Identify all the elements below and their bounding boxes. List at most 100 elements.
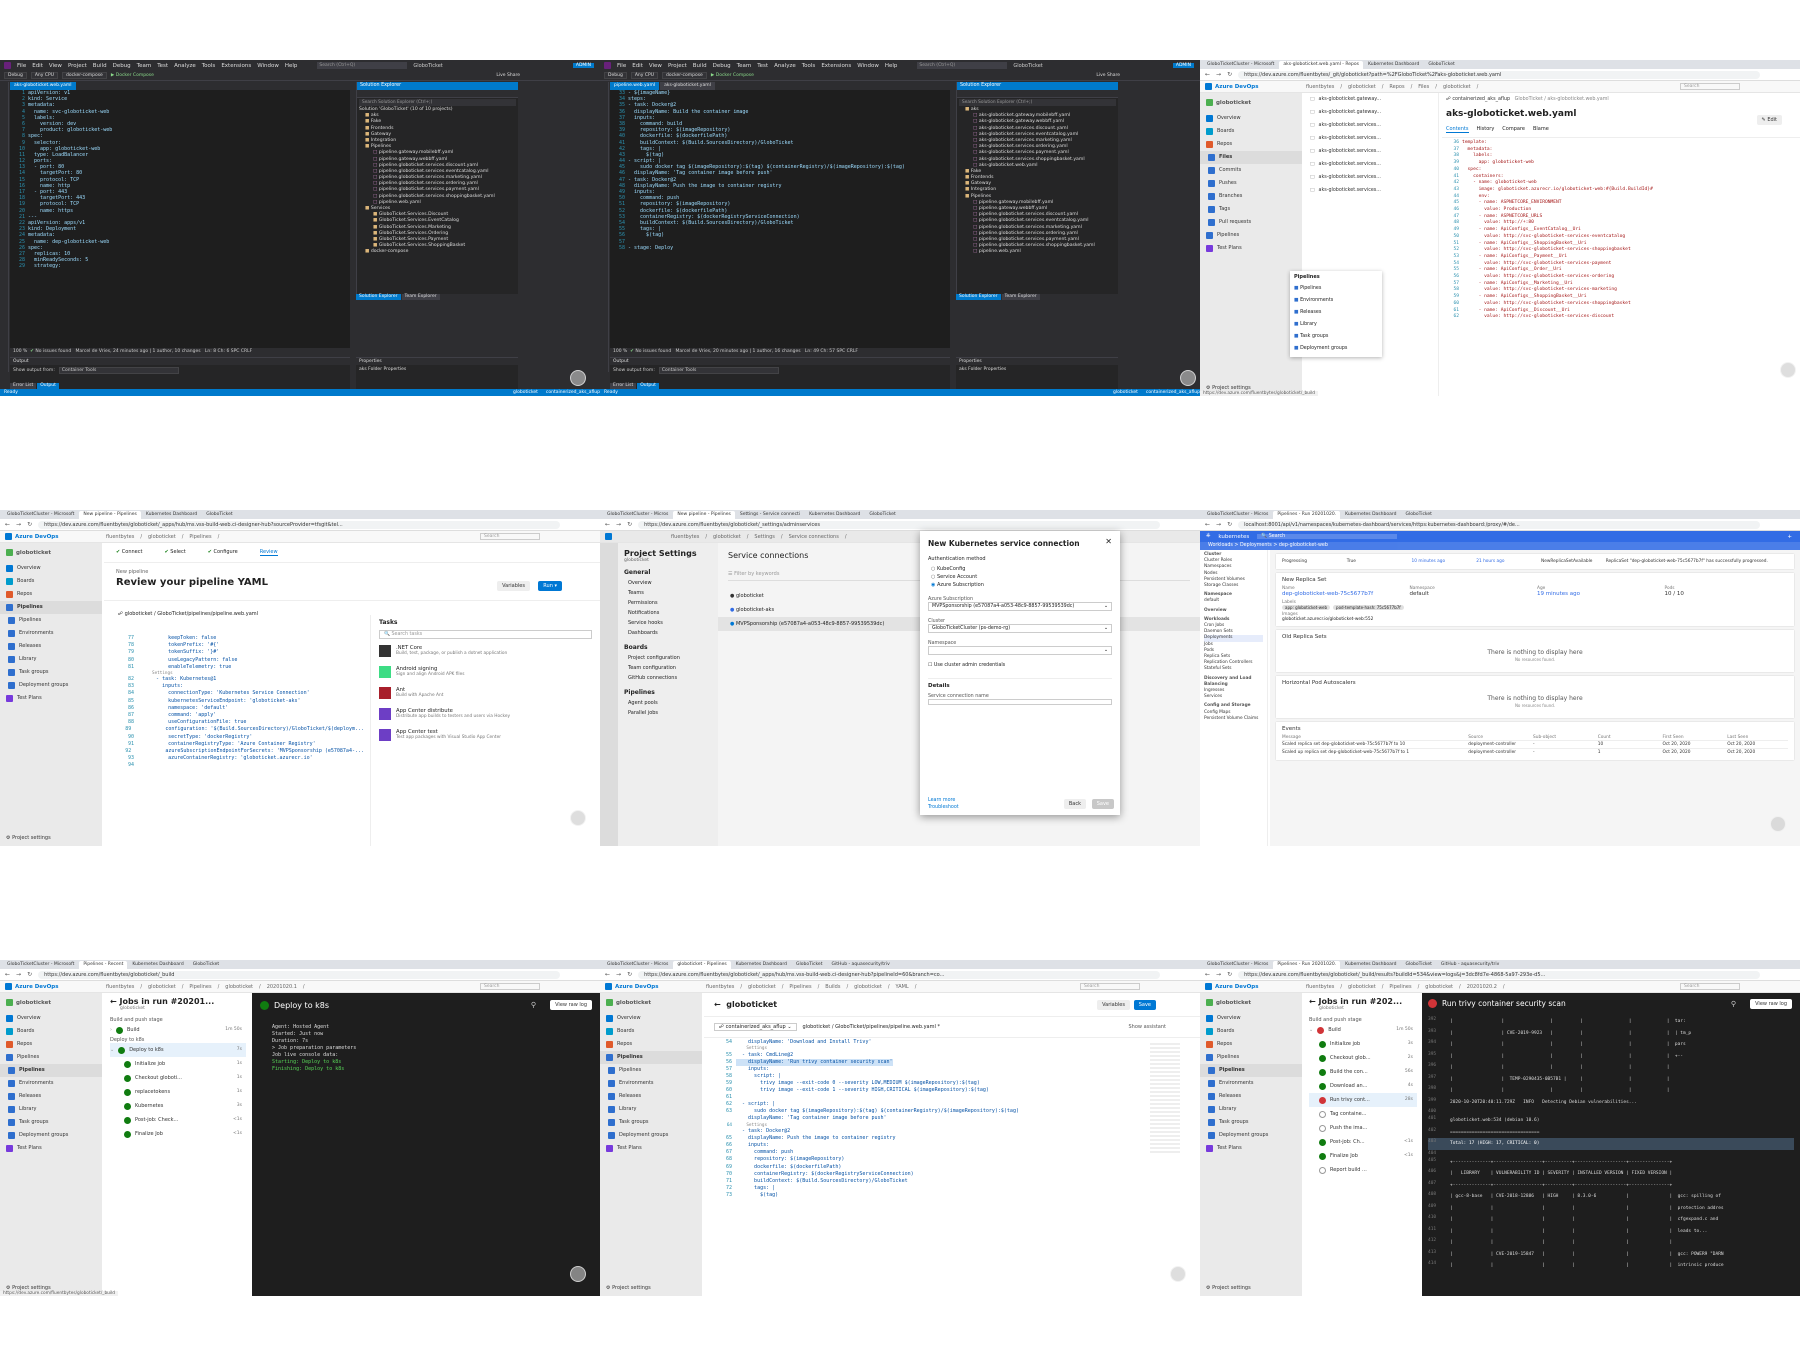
back-icon[interactable]: ← [1205,71,1210,78]
reload-icon[interactable]: ↻ [627,971,632,978]
editor-tab[interactable]: pipeline.web.yaml [610,82,660,90]
breadcrumb-item[interactable]: fluentbytes [1306,984,1334,990]
menu-item[interactable]: Tools [202,63,216,69]
settings-item[interactable]: Notifications [624,608,712,618]
vs-search-input[interactable]: Search (Ctrl+Q) [917,62,1008,69]
browser-tab[interactable]: GloboTicket [188,961,224,969]
project-settings-link[interactable]: ⚙ Project settings [606,1285,651,1291]
wizard-step[interactable]: ✔ Select [164,549,185,556]
flyout-item[interactable]: ■ Releases [1294,307,1378,319]
browser-tab[interactable]: aks-globoticket.web.yaml - Repos [1279,61,1363,69]
save-button[interactable]: Save [1091,799,1114,809]
browser-tab[interactable]: Kubernetes Dashboard [805,511,865,519]
job-row[interactable]: Initialize job 3s [1309,1037,1417,1051]
url-input[interactable]: https://dev.azure.com/fluentbytes/globot… [1238,970,1760,979]
search-input[interactable]: Search [480,533,540,540]
task-item[interactable]: .NET Core Build, test, package, or publis… [379,645,592,657]
menu-item[interactable]: Project [668,63,687,69]
menu-item[interactable]: View [649,63,662,69]
file-item[interactable]: □ aks-globoticket.gateway... [1304,106,1438,119]
search-input[interactable]: Search [1680,983,1740,990]
flyout-item[interactable]: ■ Task groups [1294,331,1378,343]
solution-search-input[interactable]: Search Solution Explorer (Ctrl+;) [959,99,1116,106]
browser-tab[interactable]: GloboTicketCluster - Micros [1203,961,1273,969]
sc-name-input[interactable] [928,699,1112,705]
vs-search-input[interactable]: Search (Ctrl+Q) [317,62,408,69]
job-row[interactable]: ⌄ Deploy to k8s 7s [110,1043,246,1057]
menu-item[interactable]: Help [885,63,898,69]
file-item[interactable]: □ aks-globoticket.services... [1304,119,1438,132]
back-icon[interactable]: ← [5,521,10,528]
nav-item[interactable]: Environments [600,1077,702,1090]
job-row[interactable]: Post-job: Ch... <1s [1309,1135,1417,1149]
nav-item[interactable]: Pipelines [0,601,102,614]
run-button[interactable]: ▶ Docker Compose [711,73,754,78]
file-item[interactable]: □ aks-globoticket.services... [1304,171,1438,184]
replica-set-cell[interactable]: dep-globoticket-web-75c5677b7f [1282,591,1406,598]
settings-item[interactable]: Project configuration [624,653,712,663]
browser-tab[interactable]: New pipeline - Pipelines [79,511,141,519]
tree-item[interactable]: ■ docker-compose [359,249,518,255]
job-row[interactable]: Checkout glob... 2s [1309,1051,1417,1065]
auth-radio[interactable]: ◉ Azure Subscription [928,581,1112,589]
nav-item[interactable]: Library [600,1103,702,1116]
file-tab[interactable]: Contents [1446,126,1469,133]
yaml-editor[interactable]: 77 keepToken: false 78 tokenPrefix: '#{' 7… [114,635,364,845]
back-icon[interactable]: ← [605,971,610,978]
reload-icon[interactable]: ↻ [627,521,632,528]
browser-tab[interactable]: GloboTicket [865,511,900,519]
file-item[interactable]: □ aks-globoticket.services... [1304,132,1438,145]
menu-item[interactable]: Extensions [821,63,851,69]
back-icon[interactable]: ← [1205,971,1210,978]
job-row[interactable]: ⌄ Build 1m 50s [1309,1023,1417,1037]
solution-explorer-tab[interactable]: Solution Explorer [956,294,1001,300]
back-button[interactable]: Back [1063,799,1086,809]
save-button[interactable]: Save [1133,1000,1156,1010]
forward-icon[interactable]: → [16,521,21,528]
search-input[interactable]: Search [480,983,540,990]
file-tab[interactable]: Compare [1502,126,1525,133]
liveshare-button[interactable]: Live Share [1096,73,1120,78]
url-input[interactable]: https://dev.azure.com/fluentbytes/_git/g… [1238,70,1760,79]
job-row[interactable]: Push the ima... [1309,1121,1417,1135]
platform-dropdown[interactable]: Any CPU [30,72,58,79]
forward-icon[interactable]: → [616,971,621,978]
nav-item[interactable]: Branches [1200,190,1302,203]
menu-item[interactable]: File [617,63,626,69]
menu-item[interactable]: Analyze [174,63,196,69]
browser-tab[interactable]: GloboTicket [792,961,827,969]
nav-item[interactable]: Environments [0,627,102,640]
zoom-level[interactable]: 100 % [13,349,27,354]
nav-item[interactable]: Pipelines [1200,229,1302,242]
ado-brand[interactable]: Azure DevOps [5,983,100,990]
breadcrumb-item[interactable]: Files [1418,84,1429,90]
back-icon[interactable]: ← [1205,521,1210,528]
nav-item[interactable]: Overview [0,1012,102,1025]
yaml-code[interactable]: 54 displayName: 'Download and Install Tr… [714,1039,1119,1289]
breadcrumb-item[interactable]: globoticket [713,534,741,540]
menu-item[interactable]: Tools [802,63,816,69]
code-editor[interactable]: 1 apiVersion: v1 2 kind: Service 3 metadata: 4… [10,90,350,348]
nav-item[interactable]: Test Plans [1200,242,1302,255]
browser-tab[interactable]: GitHub - aquasecurity/triv [827,961,894,969]
solution-search-input[interactable]: Search Solution Explorer (Ctrl+;) [359,99,516,106]
ado-brand[interactable]: Azure DevOps [1205,83,1300,90]
video-play-icon[interactable] [1170,1266,1186,1282]
config-dropdown[interactable]: Debug [604,72,627,79]
settings-group[interactable]: General [624,569,712,576]
browser-tab[interactable]: GloboTicketCluster - Micros [603,511,673,519]
namespace-dropdown[interactable]: ⌄ [928,646,1112,655]
platform-dropdown[interactable]: Any CPU [630,72,658,79]
browser-tab[interactable]: New pipeline - Pipelines [673,511,735,519]
nav-item[interactable]: Library [0,653,102,666]
menu-item[interactable]: Edit [632,63,643,69]
job-row[interactable]: Checkout globoti... 1s [110,1071,246,1085]
nav-item[interactable]: Repos [1200,1038,1302,1051]
menu-item[interactable]: Debug [113,63,131,69]
config-dropdown[interactable]: Debug [4,72,27,79]
browser-tab[interactable]: GloboTicketCluster - Microsoft [1203,61,1279,69]
job-row[interactable]: Initialize job 1s [110,1057,246,1071]
search-icon[interactable]: ⚲ [531,1001,536,1009]
video-play-icon[interactable] [570,810,586,826]
ado-brand[interactable]: Azure DevOps [5,533,100,540]
